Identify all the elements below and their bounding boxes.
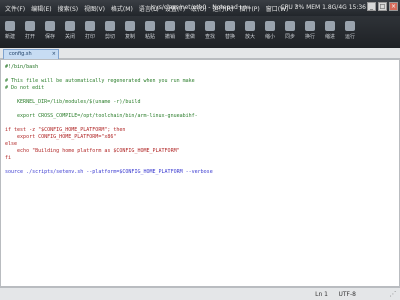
toolbar-button-label: 新建 [4,34,15,40]
toolbar-row: 新建 打开 保存 关闭 打印 剪切 复制 粘贴 撤销 重做 查找 替换 放大 缩小 同步 换行 缩进 运行 [0,20,360,46]
window-controls: _ □ × [367,2,398,11]
indent-icon [325,21,335,31]
menu-item[interactable]: 文件(F) [3,3,27,14]
cursor-position: Ln 1 [315,291,328,298]
undo-icon [165,21,175,31]
find-icon [205,21,215,31]
redo-icon [185,21,195,31]
toolbar-button[interactable]: 保存 [40,20,60,46]
code-line: echo "Building home platform as $CONFIG_… [5,148,180,154]
minimize-button[interactable]: _ [367,2,376,11]
copy-icon [125,21,135,31]
code-line: #!/bin/bash [5,64,39,70]
code-line: export CONFIG_HOME_PLATFORM="x86" [5,134,117,140]
encoding-indicator[interactable]: UTF-8 [339,291,357,298]
toolbar-button-label: 同步 [284,34,295,40]
tab-bar: config.sh × [0,48,400,59]
menu-item[interactable]: 视图(V) [82,3,107,14]
wrap-icon [305,21,315,31]
code-line: KERNEL_DIR=/lib/modules/$(uname -r)/buil… [5,99,141,105]
toolbar-button-label: 缩进 [324,34,335,40]
toolbar-button-label: 换行 [304,34,315,40]
toolbar-button[interactable]: 缩小 [260,20,280,46]
code-line: fi [5,155,12,161]
toolbar-button[interactable]: 重做 [180,20,200,46]
resize-grip-icon[interactable]: ⋰ [388,290,398,299]
toolbar-button-label: 剪切 [104,34,115,40]
sync-icon [285,21,295,31]
toolbar-button[interactable]: 复制 [120,20,140,46]
menu-item[interactable]: 格式(M) [109,3,135,14]
menu-item[interactable]: 编辑(E) [29,3,53,14]
toolbar-button[interactable]: 替换 [220,20,240,46]
code-line: # This file will be automatically regene… [5,78,195,84]
toolbar-button-label: 放大 [244,34,255,40]
toolbar-button[interactable]: 关闭 [60,20,80,46]
toolbar-button[interactable]: 剪切 [100,20,120,46]
toolbar-button-label: 查找 [204,34,215,40]
toolbar-button-label: 粘贴 [144,34,155,40]
title-bar: 文件(F) 编辑(E) 搜索(S) 视图(V) 格式(M) 语言(L) 设置(T) 宏(O) 运… [0,0,400,16]
toolbar-button[interactable]: 运行 [340,20,360,46]
toolbar-button-label: 缩小 [264,34,275,40]
paste-icon [145,21,155,31]
toolbar-button[interactable]: 新建 [0,20,20,46]
file-tab[interactable]: config.sh × [3,49,59,59]
close-file-icon [65,21,75,31]
save-icon [45,21,55,31]
maximize-button[interactable]: □ [378,2,387,11]
toolbar-button-label: 重做 [184,34,195,40]
zoom-out-icon [265,21,275,31]
toolbar-button[interactable]: 换行 [300,20,320,46]
toolbar-button-label: 打开 [24,34,35,40]
code-line: source ./scripts/setenv.sh --platform=$C… [5,169,213,175]
new-file-icon [5,21,15,31]
toolbar-button-label: 保存 [44,34,55,40]
code-line: # Do not edit [5,85,45,91]
toolbar-button[interactable]: 撤销 [160,20,180,46]
open-icon [25,21,35,31]
toolbar-button-label: 撤销 [164,34,175,40]
toolbar-button[interactable]: 查找 [200,20,220,46]
toolbar-button[interactable]: 同步 [280,20,300,46]
window-title: /sys/class/net/eth0 - Notepad++ [150,4,248,11]
toolbar-button-label: 打印 [84,34,95,40]
code-line: export CROSS_COMPILE=/opt/toolchain/bin/… [5,113,198,119]
cut-icon [105,21,115,31]
toolbar-button-label: 运行 [344,34,355,40]
code-line: if test -z "$CONFIG_HOME_PLATFORM"; then [5,127,126,133]
toolbar-button-label: 复制 [124,34,135,40]
replace-icon [225,21,235,31]
zoom-in-icon [245,21,255,31]
system-info: CPU 3% MEM 1.8G/4G 15:36 [280,4,366,11]
code-line: else [5,141,18,147]
toolbar-button[interactable]: 放大 [240,20,260,46]
print-icon [85,21,95,31]
close-tab-icon[interactable]: × [52,50,56,58]
toolbar-button-label: 替换 [224,34,235,40]
toolbar-button[interactable]: 打印 [80,20,100,46]
editor-pane[interactable]: #!/bin/bash # This file will be automatic… [0,59,400,287]
close-window-button[interactable]: × [389,2,398,11]
toolbar: 新建 打开 保存 关闭 打印 剪切 复制 粘贴 撤销 重做 查找 替换 放大 缩小 同步 换行 缩进 运行 [0,16,400,48]
toolbar-button[interactable]: 缩进 [320,20,340,46]
file-tab-label: config.sh [9,51,32,57]
status-bar: Ln 1 UTF-8 ⋰ [0,287,400,300]
menu-item[interactable]: 搜索(S) [56,3,81,14]
toolbar-button[interactable]: 粘贴 [140,20,160,46]
toolbar-button-label: 关闭 [64,34,75,40]
run-icon [345,21,355,31]
toolbar-button[interactable]: 打开 [20,20,40,46]
